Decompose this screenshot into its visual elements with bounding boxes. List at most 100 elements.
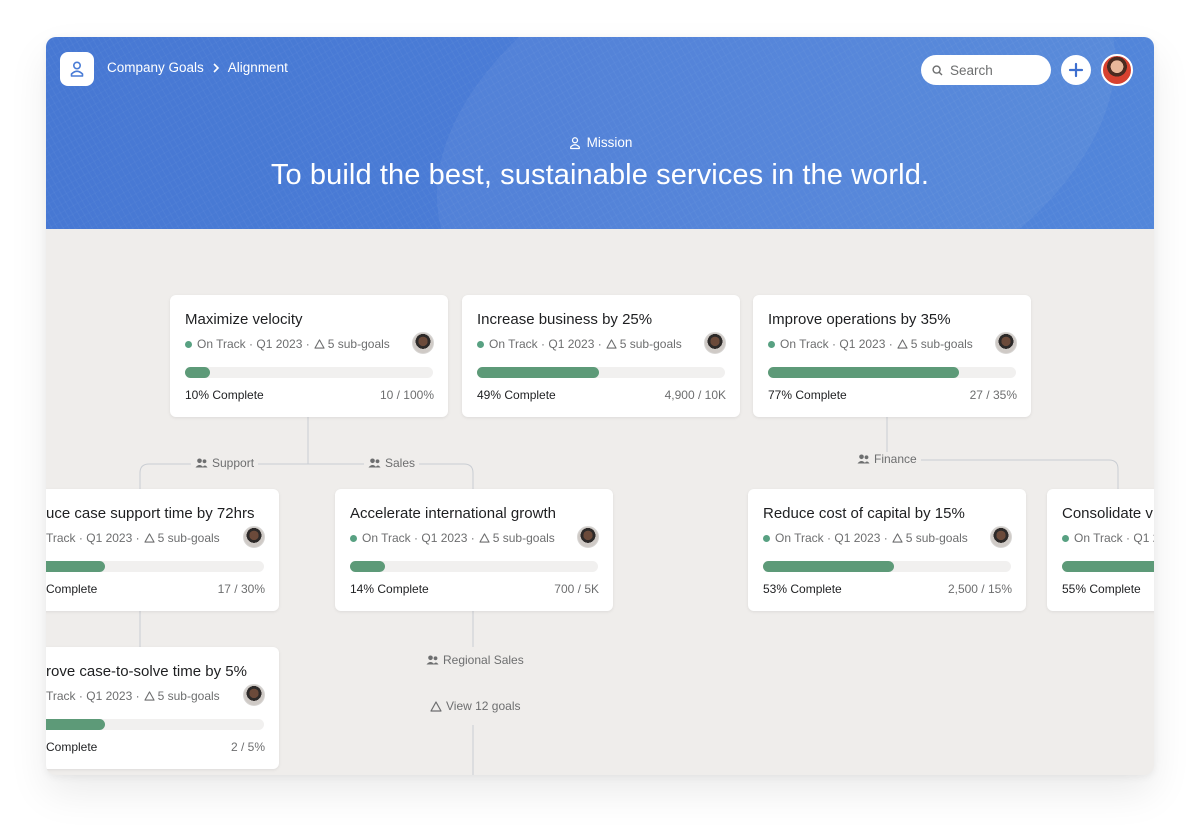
user-avatar[interactable] xyxy=(1101,54,1133,86)
goal-value: 2 / 5% xyxy=(230,740,265,754)
goal-card[interactable]: Consolidate v On Track · Q1 2 55% Comple… xyxy=(1047,489,1154,611)
goal-card[interactable]: uce case support time by 72hrs Track · Q… xyxy=(46,489,279,611)
progress-fill xyxy=(350,561,385,572)
triangle-icon xyxy=(430,700,442,712)
progress-fill xyxy=(1062,561,1154,572)
goal-card[interactable]: Accelerate international growth On Track… xyxy=(335,489,613,611)
progress-fill xyxy=(768,367,959,378)
goal-period: Q1 2023 xyxy=(256,337,303,351)
view-goals-link[interactable]: View 12 goals xyxy=(426,699,525,713)
goal-title: Increase business by 25% xyxy=(477,311,653,328)
goal-complete: 55% Complete xyxy=(1062,582,1141,596)
breadcrumb-company-goals[interactable]: Company Goals xyxy=(107,60,204,75)
goals-logo-icon[interactable] xyxy=(60,52,94,86)
owner-avatar[interactable] xyxy=(704,332,726,354)
goal-meta: Track · Q1 2023 · 5 sub-goals xyxy=(46,689,220,703)
goal-title: Consolidate v xyxy=(1062,505,1153,522)
breadcrumb-alignment[interactable]: Alignment xyxy=(228,60,288,75)
mission-icon xyxy=(569,136,580,149)
goal-meta: On Track · Q1 2023 · 5 sub-goals xyxy=(185,337,390,351)
goal-complete: 10% Complete xyxy=(185,388,264,402)
goal-value: 4,900 / 10K xyxy=(664,388,726,402)
goal-complete: 53% Complete xyxy=(763,582,842,596)
app-window: Company Goals Alignment Search Mission T… xyxy=(46,37,1154,775)
plus-icon xyxy=(1068,62,1084,78)
group-regional-sales-label: Regional Sales xyxy=(443,653,524,667)
goal-card[interactable]: Improve operations by 35% On Track · Q1 … xyxy=(753,295,1031,417)
owner-avatar[interactable] xyxy=(990,526,1012,548)
subgoals-icon xyxy=(144,691,155,701)
goal-complete: 49% Complete xyxy=(477,388,556,402)
group-support-label: Support xyxy=(212,456,255,470)
goal-period: Q1 2023 xyxy=(421,531,468,545)
goal-meta: Track · Q1 2023 · 5 sub-goals xyxy=(46,531,220,545)
progress-fill xyxy=(763,561,895,572)
goal-subgoals: 5 sub-goals xyxy=(157,689,220,703)
goal-title: Maximize velocity xyxy=(185,311,303,328)
subgoals-icon xyxy=(892,533,903,543)
owner-avatar[interactable] xyxy=(995,332,1017,354)
goal-complete: 14% Complete xyxy=(350,582,429,596)
team-icon xyxy=(195,458,208,468)
goal-title: uce case support time by 72hrs xyxy=(46,505,255,522)
mission-label: Mission xyxy=(46,135,1154,150)
owner-avatar[interactable] xyxy=(412,332,434,354)
goal-card[interactable]: Reduce cost of capital by 15% On Track ·… xyxy=(748,489,1026,611)
search-input[interactable]: Search xyxy=(921,55,1051,85)
goal-meta: On Track · Q1 2023 · 5 sub-goals xyxy=(768,337,973,351)
mission-banner: Company Goals Alignment Search Mission T… xyxy=(46,37,1154,229)
group-finance-label: Finance xyxy=(874,452,917,466)
subgoals-icon xyxy=(897,339,908,349)
group-regional-sales[interactable]: Regional Sales xyxy=(422,653,528,667)
progress-bar xyxy=(46,719,264,730)
goal-card[interactable]: rove case-to-solve time by 5% Track · Q1… xyxy=(46,647,279,769)
progress-bar xyxy=(1062,561,1154,572)
goal-meta: On Track · Q1 2023 · 5 sub-goals xyxy=(763,531,968,545)
progress-fill xyxy=(46,561,106,572)
group-sales[interactable]: Sales xyxy=(364,456,420,470)
status-dot-icon xyxy=(350,534,357,542)
progress-bar xyxy=(763,561,1011,572)
subgoals-icon xyxy=(314,339,325,349)
goal-status: On Track xyxy=(1074,531,1123,545)
goal-subgoals: 5 sub-goals xyxy=(619,337,682,351)
goal-meta: On Track · Q1 2023 · 5 sub-goals xyxy=(477,337,682,351)
goal-subgoals: 5 sub-goals xyxy=(910,337,973,351)
progress-bar xyxy=(46,561,264,572)
owner-avatar[interactable] xyxy=(243,526,265,548)
group-support[interactable]: Support xyxy=(191,456,259,470)
goal-subgoals: 5 sub-goals xyxy=(492,531,555,545)
subgoals-icon xyxy=(144,533,155,543)
goal-complete: Complete xyxy=(46,582,98,596)
goal-subgoals: 5 sub-goals xyxy=(327,337,390,351)
goals-canvas[interactable]: Support Sales Finance Regional Sales Vie… xyxy=(46,229,1154,775)
group-sales-label: Sales xyxy=(385,456,416,470)
goal-value: 700 / 5K xyxy=(554,582,599,596)
add-button[interactable] xyxy=(1061,55,1091,85)
goal-status: Track xyxy=(46,531,76,545)
mission-statement: To build the best, sustainable services … xyxy=(270,159,930,191)
owner-avatar[interactable] xyxy=(243,684,265,706)
goal-complete: 77% Complete xyxy=(768,388,847,402)
goal-status: Track xyxy=(46,689,76,703)
progress-fill xyxy=(185,367,210,378)
team-icon xyxy=(426,655,439,665)
goal-value: 27 / 35% xyxy=(969,388,1017,402)
goal-card[interactable]: Maximize velocity On Track · Q1 2023 · 5… xyxy=(170,295,448,417)
goal-status: On Track xyxy=(362,531,411,545)
owner-avatar[interactable] xyxy=(577,526,599,548)
subgoals-icon xyxy=(479,533,490,543)
goal-card[interactable]: Increase business by 25% On Track · Q1 2… xyxy=(462,295,740,417)
group-finance[interactable]: Finance xyxy=(853,452,921,466)
status-dot-icon xyxy=(763,534,770,542)
team-icon xyxy=(857,454,870,464)
goal-title: Accelerate international growth xyxy=(350,505,556,522)
status-dot-icon xyxy=(185,340,192,348)
search-placeholder: Search xyxy=(950,62,993,78)
chevron-right-icon xyxy=(212,62,220,73)
progress-bar xyxy=(477,367,725,378)
goal-subgoals: 5 sub-goals xyxy=(905,531,968,545)
goal-period: Q1 2023 xyxy=(86,689,133,703)
search-icon xyxy=(932,64,943,75)
status-dot-icon xyxy=(477,340,484,348)
